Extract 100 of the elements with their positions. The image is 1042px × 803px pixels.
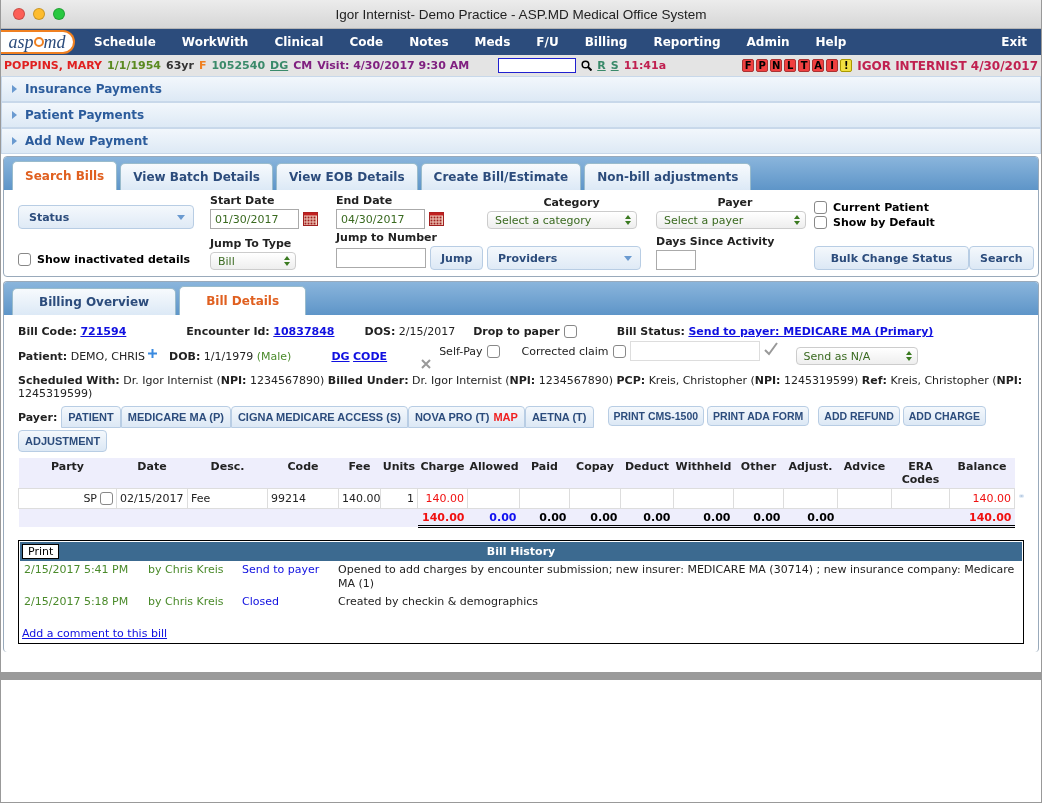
tab[interactable]: Create Bill/Estimate — [420, 163, 582, 190]
payer-tab[interactable]: CIGNA MEDICARE ACCESS (S) — [230, 406, 408, 428]
column-header: Withheld — [673, 458, 734, 489]
menu-item[interactable]: Schedule — [81, 35, 169, 49]
status-link[interactable]: Closed — [242, 595, 332, 609]
dropdown-icon — [177, 214, 185, 220]
field-label: Category — [542, 196, 601, 209]
category-select[interactable]: Select a category — [487, 211, 637, 229]
clock-time: 11:41a — [623, 59, 667, 72]
payer-tab[interactable]: ADJUSTMENT — [18, 430, 108, 452]
status-link[interactable]: Send to payer — [242, 563, 332, 591]
jump-button[interactable]: Jump — [430, 246, 484, 270]
type-select[interactable]: Bill — [210, 252, 296, 270]
menu-item[interactable]: WorkWith — [168, 35, 262, 49]
bill-code-link[interactable]: 721594 — [80, 325, 127, 338]
calendar-icon[interactable] — [303, 212, 318, 226]
field-label: Patient: — [18, 349, 68, 363]
flag-badge[interactable]: I — [826, 59, 839, 72]
checkbox[interactable] — [486, 344, 500, 358]
exit-link[interactable]: Exit — [988, 35, 1041, 49]
action-button[interactable]: PRINT ADA FORM — [707, 406, 810, 426]
date-field[interactable]: 01/30/2017 — [210, 209, 299, 229]
menu-item[interactable]: F/U — [523, 35, 572, 49]
send-as-select[interactable]: Send as N/A — [795, 347, 918, 365]
dg-link[interactable]: DG — [331, 349, 350, 363]
plus-icon[interactable] — [148, 348, 158, 358]
accordion-header[interactable]: Add New Payment — [1, 128, 1041, 154]
tab[interactable]: Search Bills — [12, 161, 118, 190]
tab[interactable]: View Batch Details — [120, 163, 273, 190]
claim-field[interactable] — [629, 341, 760, 361]
calendar-icon[interactable] — [429, 212, 444, 226]
print-button[interactable]: Print — [22, 544, 60, 559]
maximize-icon[interactable] — [53, 8, 65, 20]
flag-badge[interactable]: F — [742, 59, 755, 72]
action-button[interactable]: ADD REFUND — [818, 406, 900, 426]
column-header: Code — [267, 458, 339, 489]
flag-badge[interactable]: P — [756, 59, 769, 72]
flag-badge[interactable]: T — [798, 59, 811, 72]
tab[interactable]: View EOB Details — [276, 163, 418, 190]
accordion-header[interactable]: Insurance Payments — [1, 76, 1041, 102]
search-button[interactable]: Search — [969, 246, 1034, 270]
add-comment-link[interactable]: Add a comment to this bill — [22, 627, 1022, 640]
tab[interactable]: Bill Details — [179, 286, 307, 315]
payer-select[interactable]: Select a payer — [656, 211, 806, 229]
checkbox[interactable] — [814, 216, 827, 229]
table-cell: Fee — [187, 488, 268, 509]
action-button[interactable]: PRINT CMS-1500 — [607, 406, 705, 426]
search-field[interactable] — [498, 58, 577, 73]
days-field[interactable] — [656, 250, 696, 270]
patient-info: 63yr — [166, 59, 194, 72]
column-header: Adjust. — [783, 458, 838, 489]
column-header: Paid — [519, 458, 570, 489]
logo[interactable]: asp md — [1, 30, 75, 54]
checkbox[interactable] — [612, 344, 626, 358]
tab[interactable]: Non-bill adjustments — [584, 163, 752, 190]
menu-item[interactable]: Admin — [733, 35, 803, 49]
checkbox-label[interactable]: Current Patient — [814, 201, 969, 214]
menu-item[interactable]: Meds — [461, 35, 524, 49]
checkbox[interactable] — [814, 201, 827, 214]
close-icon[interactable] — [421, 359, 432, 369]
date-field[interactable]: 04/30/2017 — [336, 209, 425, 229]
status-select[interactable]: Status — [18, 205, 194, 229]
menu-item[interactable]: Clinical — [261, 35, 337, 49]
menu-item[interactable]: Billing — [571, 35, 641, 49]
field-label: Bill Status: — [616, 325, 685, 338]
payer-tab[interactable]: AETNA (T) — [524, 406, 594, 428]
search-icon[interactable] — [581, 60, 593, 71]
bill-status-link[interactable]: Send to payer: MEDICARE MA (Primary) — [688, 325, 934, 338]
flag-badge[interactable]: ! — [840, 59, 853, 72]
menu-item[interactable]: Code — [336, 35, 397, 49]
flag-badge[interactable]: L — [784, 59, 797, 72]
flag-badge[interactable]: N — [770, 59, 783, 72]
panel-title: Bill History — [486, 545, 556, 558]
sex-value: (Male) — [256, 349, 292, 363]
encounter-link[interactable]: 10837848 — [273, 325, 335, 338]
menu-item[interactable]: Reporting — [640, 35, 734, 49]
column-header: Party — [18, 458, 117, 489]
payer-tab[interactable]: NOVA PRO (T) MAP — [407, 406, 525, 428]
accordion-header[interactable]: Patient Payments — [1, 102, 1041, 128]
field-value: DEMO, CHRIS — [70, 349, 146, 363]
minimize-icon[interactable] — [33, 8, 45, 20]
checkbox-label[interactable]: Show inactivated details — [18, 253, 210, 266]
checkbox[interactable] — [563, 325, 577, 338]
checkmark-icon[interactable] — [763, 342, 778, 356]
bulk-change-button[interactable]: Bulk Change Status — [814, 246, 969, 270]
number-field[interactable] — [336, 248, 426, 268]
menu-item[interactable]: Help — [802, 35, 860, 49]
providers-select[interactable]: Providers — [487, 246, 641, 270]
menu-item[interactable]: Notes — [396, 35, 462, 49]
checkbox[interactable] — [18, 253, 31, 266]
code-link[interactable]: CODE — [353, 349, 388, 363]
checkbox-label[interactable]: Show by Default — [814, 216, 969, 229]
payer-tab[interactable]: MEDICARE MA (P) — [120, 406, 231, 428]
column-header: Balance — [949, 458, 1015, 489]
tab[interactable]: Billing Overview — [12, 288, 177, 315]
payer-tab[interactable]: PATIENT — [61, 406, 121, 428]
checkbox[interactable] — [100, 492, 113, 505]
flag-badge[interactable]: A — [812, 59, 825, 72]
updown-icon — [625, 215, 631, 225]
action-button[interactable]: ADD CHARGE — [902, 406, 986, 426]
